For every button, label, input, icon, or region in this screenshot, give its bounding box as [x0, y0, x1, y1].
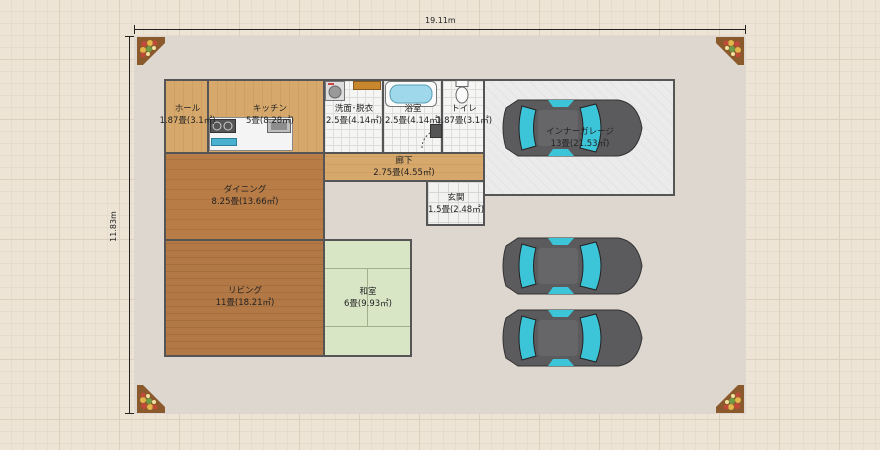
label-hall: ホール 1.87畳(3.1㎡)	[150, 103, 225, 127]
car-icon	[502, 237, 643, 295]
room-area: 1.5畳(2.48㎡)	[427, 205, 485, 215]
kitchen-appliance	[211, 138, 237, 146]
room-area: 5畳(8.28㎡)	[246, 116, 294, 126]
width-dimension-line	[134, 29, 746, 30]
label-entrance: 玄関 1.5畳(2.48㎡)	[421, 192, 491, 216]
room-name: リビング	[227, 286, 262, 296]
width-dimension-tick-left	[134, 25, 135, 34]
room-area: 2.75畳(4.55㎡)	[373, 168, 435, 178]
plant-pot-icon	[716, 385, 744, 413]
room-area: 13畳(21.53㎡)	[550, 139, 610, 149]
plant-pot-icon	[716, 37, 744, 65]
label-dining: ダイニング 8.25畳(13.66㎡)	[195, 184, 295, 208]
room-area: 6畳(9.93㎡)	[344, 299, 392, 309]
washroom-shelf	[353, 81, 381, 90]
room-name: 玄関	[447, 193, 465, 203]
room-area: 11畳(18.21㎡)	[215, 298, 275, 308]
toilet-icon	[455, 80, 469, 104]
room-area: 8.25畳(13.66㎡)	[211, 197, 279, 207]
label-kitchen: キッチン 5畳(8.28㎡)	[220, 103, 320, 127]
label-garage: インナーガレージ 13畳(21.53㎡)	[530, 126, 630, 150]
car-icon	[502, 309, 643, 367]
room-name: 廊下	[395, 156, 413, 166]
room-name: トイレ	[451, 104, 477, 114]
washing-machine-icon	[325, 81, 345, 101]
label-corridor: 廊下 2.75畳(4.55㎡)	[354, 155, 454, 179]
height-dimension-tick-top	[125, 36, 134, 37]
room-name: インナーガレージ	[546, 127, 614, 137]
label-washitsu: 和室 6畳(9.93㎡)	[322, 286, 414, 310]
room-area: 1.87畳(3.1㎡)	[435, 116, 493, 126]
room-name: ホール	[174, 104, 201, 114]
label-living: リビング 11畳(18.21㎡)	[195, 285, 295, 309]
room-name: ダイニング	[223, 185, 267, 195]
plant-pot-icon	[137, 37, 165, 65]
label-toilet: トイレ 1.87畳(3.1㎡)	[428, 103, 500, 127]
room-area: 1.87畳(3.1㎡)	[159, 116, 216, 126]
height-dimension-tick-bottom	[125, 413, 134, 414]
height-dimension-label: 11.83m	[108, 211, 118, 242]
tatami-line	[325, 326, 410, 327]
plant-pot-icon	[137, 385, 165, 413]
height-dimension-line	[129, 36, 130, 414]
width-dimension-tick-right	[745, 25, 746, 34]
room-name: 和室	[359, 287, 377, 297]
room-name: キッチン	[252, 104, 287, 114]
width-dimension-label: 19.11m	[425, 16, 456, 25]
